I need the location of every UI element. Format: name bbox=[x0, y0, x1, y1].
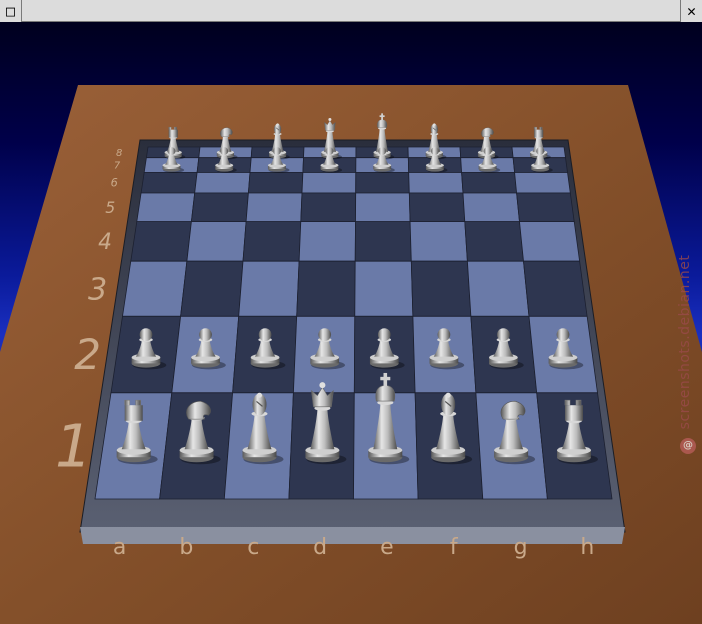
file-label-h: h bbox=[580, 535, 594, 560]
square-b6[interactable] bbox=[194, 172, 251, 194]
square-a4[interactable] bbox=[130, 221, 192, 262]
game-viewport: 87654321abcdefgh screenshots.debian.net … bbox=[0, 22, 702, 624]
square-a3[interactable] bbox=[122, 260, 188, 317]
window-menu-button[interactable]: □ bbox=[0, 0, 22, 22]
rank-label-2: 2 bbox=[74, 330, 101, 379]
close-button[interactable]: ✕ bbox=[680, 0, 702, 22]
square-b5[interactable] bbox=[190, 192, 249, 223]
square-e5[interactable] bbox=[355, 192, 411, 223]
square-e4[interactable] bbox=[354, 221, 412, 262]
square-e6[interactable] bbox=[355, 172, 410, 194]
square-d6[interactable] bbox=[301, 172, 357, 194]
square-h4[interactable] bbox=[519, 221, 581, 262]
square-h5[interactable] bbox=[516, 192, 575, 223]
rank-label-4: 4 bbox=[98, 230, 112, 255]
window-titlebar: □ ✕ bbox=[0, 0, 702, 22]
square-d3[interactable] bbox=[296, 260, 356, 317]
rank-label-5: 5 bbox=[105, 198, 115, 217]
rank-label-3: 3 bbox=[88, 272, 107, 307]
rank-label-7: 7 bbox=[114, 161, 121, 172]
square-c3[interactable] bbox=[238, 260, 300, 317]
file-label-g: g bbox=[514, 535, 528, 560]
square-f5[interactable] bbox=[408, 192, 466, 223]
file-label-e: e bbox=[380, 535, 394, 560]
square-f3[interactable] bbox=[410, 260, 472, 317]
square-g4[interactable] bbox=[464, 221, 524, 262]
square-a5[interactable] bbox=[136, 192, 196, 223]
square-c6[interactable] bbox=[247, 172, 304, 194]
file-label-a: a bbox=[113, 535, 126, 560]
square-c4[interactable] bbox=[242, 221, 302, 262]
rank-label-8: 8 bbox=[116, 148, 122, 159]
file-label-d: d bbox=[313, 535, 327, 560]
square-f4[interactable] bbox=[409, 221, 468, 262]
square-h6[interactable] bbox=[514, 172, 571, 194]
square-h3[interactable] bbox=[523, 260, 588, 317]
file-label-c: c bbox=[247, 535, 259, 560]
square-d5[interactable] bbox=[300, 192, 357, 223]
board-edge bbox=[80, 527, 625, 544]
watermark: screenshots.debian.net bbox=[668, 222, 702, 462]
debian-logo-icon: @ bbox=[680, 438, 696, 454]
square-c5[interactable] bbox=[245, 192, 303, 223]
watermark-text: screenshots.debian.net bbox=[677, 254, 693, 430]
chess-scene: 8 7 6 5 4 3 2 1 a b c d e f g h bbox=[0, 85, 702, 624]
square-b4[interactable] bbox=[186, 221, 247, 262]
rank-label-1: 1 bbox=[55, 412, 92, 480]
square-d4[interactable] bbox=[298, 221, 356, 262]
square-g6[interactable] bbox=[461, 172, 518, 194]
file-label-f: f bbox=[450, 535, 459, 560]
square-a6[interactable] bbox=[140, 172, 198, 194]
file-label-b: b bbox=[179, 535, 193, 560]
square-b3[interactable] bbox=[180, 260, 244, 317]
square-g5[interactable] bbox=[462, 192, 520, 223]
square-e3[interactable] bbox=[354, 260, 414, 317]
rank-label-6: 6 bbox=[111, 177, 118, 190]
square-g3[interactable] bbox=[466, 260, 530, 317]
square-f6[interactable] bbox=[408, 172, 464, 194]
